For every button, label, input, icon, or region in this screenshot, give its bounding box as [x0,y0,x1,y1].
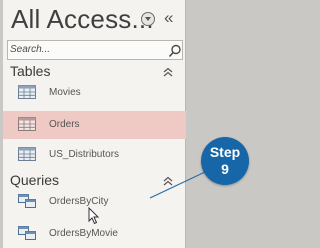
table-icon [18,117,36,131]
group-label: Tables [10,63,51,79]
query-icon [18,194,36,208]
nav-item-orders[interactable]: Orders [3,111,186,139]
table-icon [18,85,36,99]
double-chevron-up-icon[interactable] [163,67,173,77]
step-label: Step [209,144,241,160]
circle-dropdown-icon[interactable] [141,12,155,26]
nav-item-label: Orders [49,119,80,130]
double-chevron-left-icon[interactable]: « [164,9,173,26]
query-icon [18,226,36,240]
nav-item-label: US_Distributors [49,149,120,160]
step-number: 9 [221,161,229,177]
nav-item-us-distributors[interactable]: US_Distributors [3,141,186,169]
search-input[interactable]: Search... [7,40,183,60]
mouse-pointer-icon [88,207,100,225]
step-callout-badge: Step 9 [201,137,249,185]
search-icon[interactable] [168,44,182,58]
double-chevron-up-icon[interactable] [163,176,173,186]
table-icon [18,147,36,161]
nav-item-label: Movies [49,87,81,98]
nav-item-movies[interactable]: Movies [3,79,186,107]
group-label: Queries [10,172,60,188]
nav-item-label: OrdersByMovie [49,228,118,239]
search-placeholder: Search... [10,44,51,55]
screenshot-stage: All Access... « Search... Tables Movies … [0,0,252,248]
nav-item-label: OrdersByCity [49,196,109,207]
nav-pane-header: All Access... « [3,0,186,38]
nav-pane-title[interactable]: All Access... [11,4,154,35]
